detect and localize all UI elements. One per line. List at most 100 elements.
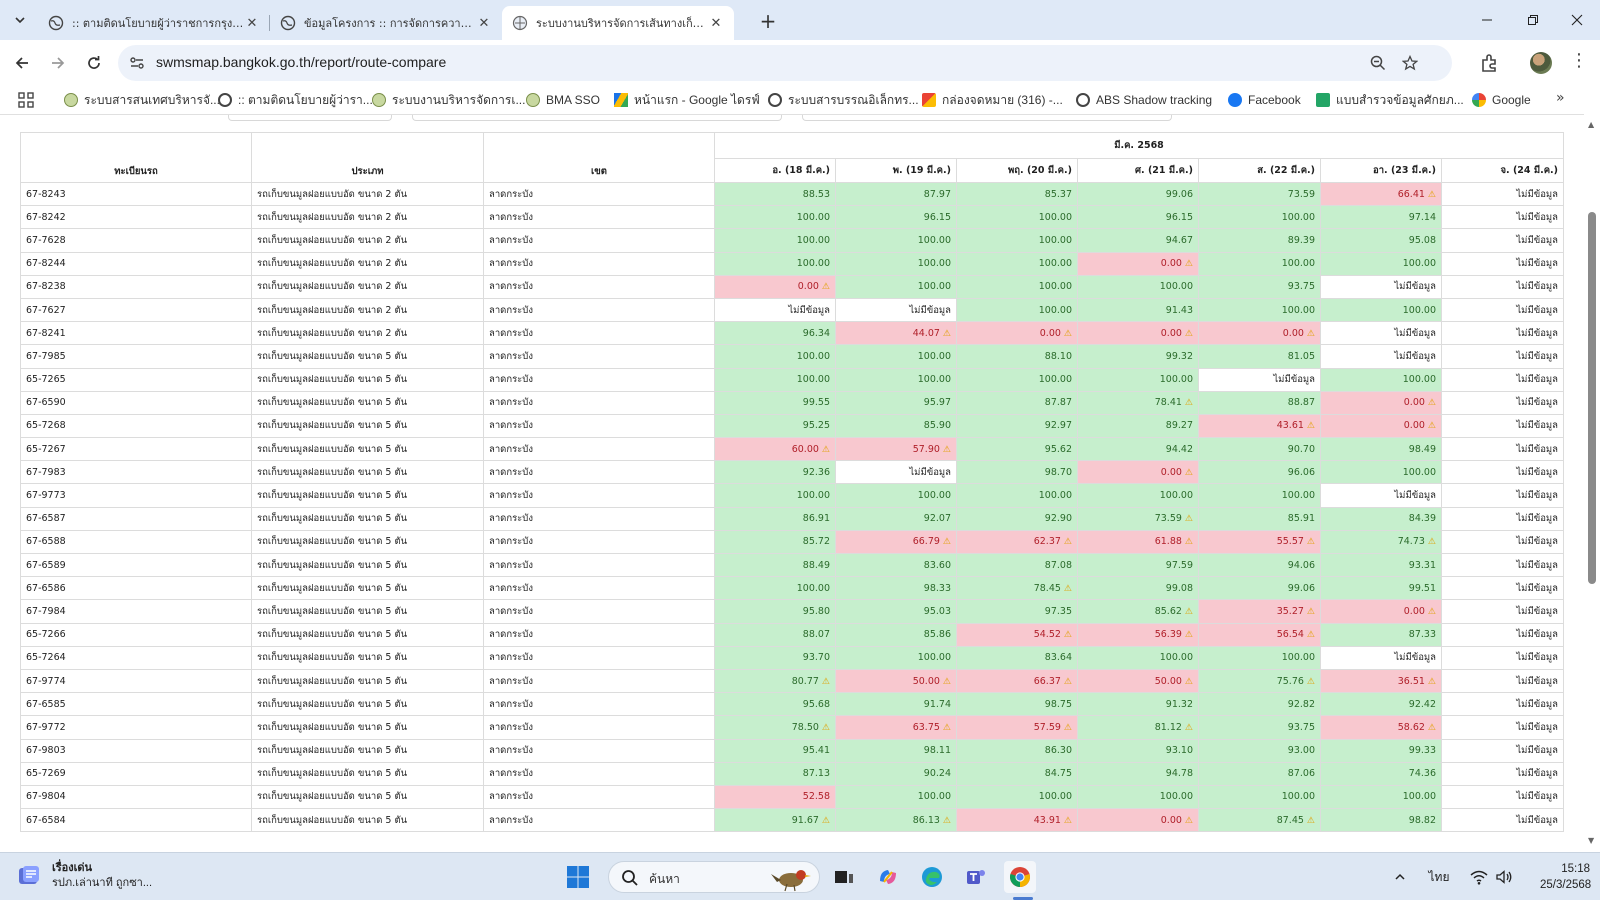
table-row[interactable]: 67-8241 รถเก็บขนมูลฝอยแบบอัด ขนาด 2 ตัน ลา… (20, 321, 1564, 346)
site-settings-icon[interactable] (128, 54, 146, 72)
vertical-scrollbar[interactable]: ▲ ▼ (1584, 114, 1600, 852)
table-row[interactable]: 67-7627 รถเก็บขนมูลฝอยแบบอัด ขนาด 2 ตัน ลา… (20, 297, 1564, 323)
table-row[interactable]: 67-9774 รถเก็บขนมูลฝอยแบบอัด ขนาด 5 ตัน ลา… (20, 668, 1564, 694)
address-bar[interactable]: swmsmap.bangkok.go.th/report/route-compa… (118, 45, 1452, 81)
header-day[interactable]: พฤ. (20 มี.ค.) (956, 158, 1078, 183)
table-row[interactable]: 67-6586 รถเก็บขนมูลฝอยแบบอัด ขนาด 5 ตัน ลา… (20, 576, 1564, 601)
menu-button[interactable]: ⋮ (1570, 50, 1588, 71)
restore-button[interactable] (1510, 0, 1556, 40)
table-row[interactable]: 65-7268 รถเก็บขนมูลฝอยแบบอัด ขนาด 5 ตัน ลา… (20, 413, 1564, 439)
close-tab-icon[interactable]: ✕ (244, 16, 260, 31)
header-day[interactable]: อ. (18 มี.ค.) (714, 158, 836, 183)
profile-avatar[interactable] (1530, 52, 1552, 74)
table-row[interactable]: 67-6585 รถเก็บขนมูลฝอยแบบอัด ขนาด 5 ตัน ลา… (20, 692, 1564, 717)
table-row[interactable]: 65-7267 รถเก็บขนมูลฝอยแบบอัด ขนาด 5 ตัน ลา… (20, 437, 1564, 462)
bookmark-item[interactable]: กล่องจดหมาย (316) -... (922, 90, 1063, 110)
bookmark-item[interactable]: Facebook (1228, 90, 1301, 110)
extensions-icon[interactable] (1478, 51, 1502, 75)
table-row[interactable]: 67-6590 รถเก็บขนมูลฝอยแบบอัด ขนาด 5 ตัน ลา… (20, 390, 1564, 415)
cell-vehicle-type: รถเก็บขนมูลฝอยแบบอัด ขนาด 5 ตัน (251, 483, 484, 508)
close-tab-icon[interactable]: ✕ (476, 16, 492, 31)
scroll-down-arrow-icon[interactable]: ▼ (1588, 836, 1594, 845)
table-row[interactable]: 67-6588 รถเก็บขนมูลฝอยแบบอัด ขนาด 5 ตัน ลา… (20, 529, 1564, 555)
table-row[interactable]: 67-7983 รถเก็บขนมูลฝอยแบบอัด ขนาด 5 ตัน ลา… (20, 460, 1564, 485)
scrollbar-thumb[interactable] (1588, 212, 1596, 584)
new-tab-button[interactable]: + (756, 9, 780, 33)
table-row[interactable]: 65-7269 รถเก็บขนมูลฝอยแบบอัด ขนาด 5 ตัน ลา… (20, 761, 1564, 786)
taskbar-search[interactable]: ค้นหา (608, 861, 820, 893)
input-language-indicator[interactable]: ไทย (1424, 853, 1454, 900)
start-button[interactable] (562, 861, 594, 893)
table-row[interactable]: 65-7265 รถเก็บขนมูลฝอยแบบอัด ขนาด 5 ตัน ลา… (20, 367, 1564, 392)
filter-field[interactable] (228, 115, 392, 121)
filter-field[interactable] (412, 115, 782, 121)
cell-score: 100.00 (714, 228, 836, 253)
show-hidden-icons-button[interactable] (1388, 853, 1412, 900)
close-tab-icon[interactable]: ✕ (708, 16, 724, 31)
zoom-button[interactable] (1368, 53, 1388, 73)
volume-button[interactable] (1492, 853, 1516, 900)
bookmark-item[interactable]: ระบบสารสนเทศบริหารจั... (64, 90, 220, 110)
table-row[interactable]: 67-8242 รถเก็บขนมูลฝอยแบบอัด ขนาด 2 ตัน ลา… (20, 205, 1564, 230)
bookmark-item[interactable]: ABS Shadow tracking (1076, 90, 1212, 110)
bookmark-star-button[interactable] (1400, 53, 1420, 73)
filter-field[interactable] (802, 115, 1172, 121)
more-bookmarks-button[interactable]: » (1556, 90, 1565, 106)
copilot-button[interactable] (872, 861, 904, 893)
chrome-button[interactable] (1004, 861, 1036, 893)
close-window-button[interactable] (1554, 0, 1600, 40)
score-value: 93.00 (1287, 745, 1315, 757)
table-row[interactable]: 67-6587 รถเก็บขนมูลฝอยแบบอัด ขนาด 5 ตัน ลา… (20, 506, 1564, 531)
table-row[interactable]: 67-9804 รถเก็บขนมูลฝอยแบบอัด ขนาด 5 ตัน ลา… (20, 784, 1564, 810)
table-row[interactable]: 67-8243 รถเก็บขนมูลฝอยแบบอัด ขนาด 2 ตัน ลา… (20, 181, 1564, 207)
tab-project-info[interactable]: ข้อมูลโครงการ :: การจัดการความครอ ✕ (270, 6, 502, 40)
scroll-up-arrow-icon[interactable]: ▲ (1588, 120, 1594, 129)
reload-button[interactable] (82, 51, 106, 75)
bookmark-item[interactable]: หน้าแรก - Google ไดรฟ์ (614, 90, 760, 110)
table-row[interactable]: 67-8244 รถเก็บขนมูลฝอยแบบอัด ขนาด 2 ตัน ลา… (20, 251, 1564, 276)
back-button[interactable] (10, 51, 34, 75)
header-day[interactable]: ศ. (21 มี.ค.) (1077, 158, 1199, 183)
apps-grid-icon[interactable] (18, 92, 34, 108)
table-row[interactable]: 67-9803 รถเก็บขนมูลฝอยแบบอัด ขนาด 5 ตัน ลา… (20, 738, 1564, 763)
header-district[interactable]: เขต (483, 132, 715, 183)
header-day[interactable]: ส. (22 มี.ค.) (1198, 158, 1321, 183)
bookmark-item[interactable]: :: ตามติดนโยบายผู้ว่ารา... (218, 90, 373, 110)
score-value: 100.00 (1159, 652, 1193, 664)
forward-button[interactable] (46, 51, 70, 75)
bookmark-item[interactable]: ระบบงานบริหารจัดการเ... (372, 90, 525, 110)
score-value: 99.06 (1165, 188, 1193, 200)
url-text[interactable]: swmsmap.bangkok.go.th/report/route-compa… (156, 54, 446, 70)
table-row[interactable]: 67-6584 รถเก็บขนมูลฝอยแบบอัด ขนาด 5 ตัน ลา… (20, 808, 1564, 833)
header-day[interactable]: พ. (19 มี.ค.) (835, 158, 957, 183)
table-row[interactable]: 67-9773 รถเก็บขนมูลฝอยแบบอัด ขนาด 5 ตัน ลา… (20, 483, 1564, 508)
table-row[interactable]: 65-7266 รถเก็บขนมูลฝอยแบบอัด ขนาด 5 ตัน ลา… (20, 622, 1564, 647)
header-day[interactable]: อา. (23 มี.ค.) (1320, 158, 1442, 183)
table-row[interactable]: 67-7985 รถเก็บขนมูลฝอยแบบอัด ขนาด 5 ตัน ลา… (20, 344, 1564, 369)
table-row[interactable]: 67-8238 รถเก็บขนมูลฝอยแบบอัด ขนาด 2 ตัน ลา… (20, 274, 1564, 299)
score-value: ไม่มีข้อมูล (1516, 466, 1558, 478)
bookmark-item[interactable]: แบบสำรวจข้อมูลศักยภ... (1316, 90, 1464, 110)
header-day[interactable]: จ. (24 มี.ค.) (1441, 158, 1564, 183)
edge-button[interactable] (916, 861, 948, 893)
table-row[interactable]: 65-7264 รถเก็บขนมูลฝอยแบบอัด ขนาด 5 ตัน ลา… (20, 645, 1564, 670)
tab-search-button[interactable] (8, 8, 32, 32)
table-row[interactable]: 67-6589 รถเก็บขนมูลฝอยแบบอัด ขนาด 5 ตัน ลา… (20, 552, 1564, 578)
tab-policy-tracking[interactable]: :: ตามติดนโยบายผู้ว่าราชการกรุงเทพ ✕ (38, 6, 270, 40)
network-button[interactable] (1466, 853, 1492, 900)
table-row[interactable]: 67-7984 รถเก็บขนมูลฝอยแบบอัด ขนาด 5 ตัน ลา… (20, 599, 1564, 624)
system-clock[interactable]: 15:18 25/3/2568 (1540, 861, 1591, 893)
news-widget[interactable]: เรื่องเด่น รปภ.เล่านาที ถูกซา... (16, 861, 152, 891)
cell-score: 100.00 (1198, 483, 1321, 508)
header-plate[interactable]: ทะเบียนรถ (20, 132, 252, 183)
tab-route-management[interactable]: ระบบงานบริหารจัดการเส้นทางเก็บขน ✕ (502, 6, 734, 40)
header-type[interactable]: ประเภท (251, 132, 484, 183)
teams-button[interactable] (960, 861, 992, 893)
table-row[interactable]: 67-9772 รถเก็บขนมูลฝอยแบบอัด ขนาด 5 ตัน ลา… (20, 715, 1564, 740)
minimize-button[interactable] (1464, 0, 1510, 40)
task-view-button[interactable] (828, 861, 860, 893)
bookmark-item[interactable]: ระบบสารบรรณอิเล็กทร... (768, 90, 919, 110)
table-row[interactable]: 67-7628 รถเก็บขนมูลฝอยแบบอัด ขนาด 2 ตัน ลา… (20, 228, 1564, 253)
bookmark-item[interactable]: BMA SSO (526, 90, 600, 110)
bookmark-item[interactable]: Google (1472, 90, 1531, 110)
